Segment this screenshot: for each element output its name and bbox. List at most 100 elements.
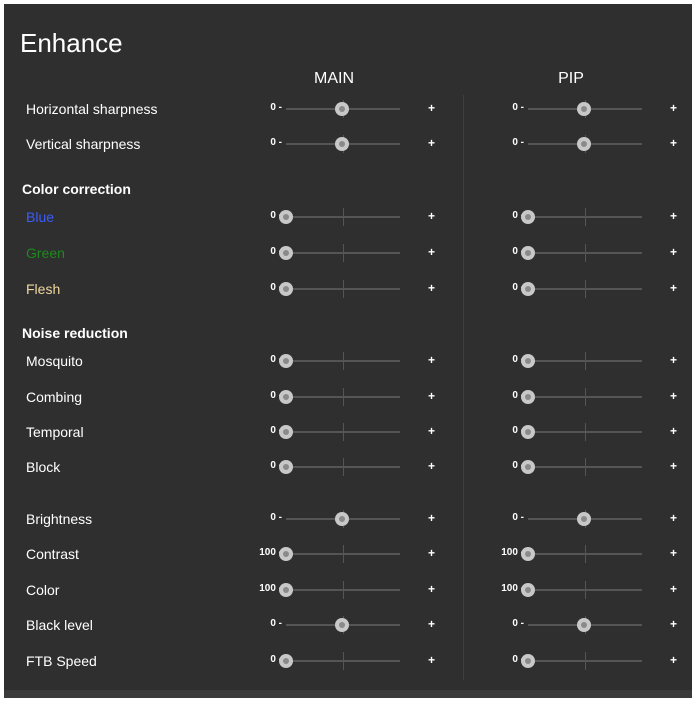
slider-handle[interactable]: [279, 246, 293, 260]
slider-min-label: 100 -: [501, 547, 524, 558]
main-slider-blue[interactable]: 0 - +: [246, 207, 440, 227]
slider-min-label: 0 -: [270, 512, 282, 523]
slider-handle[interactable]: [577, 102, 591, 116]
label-block: Block: [26, 459, 61, 475]
slider-handle[interactable]: [521, 460, 535, 474]
slider-max-label: +: [670, 582, 678, 596]
main-slider-vertical-sharpness[interactable]: 0 - +: [246, 134, 440, 154]
main-slider-combing[interactable]: 0 - +: [246, 387, 440, 407]
main-slider-contrast[interactable]: 100 - +: [246, 544, 440, 564]
slider-min-label: 0 -: [512, 102, 524, 113]
slider-max-label: +: [670, 245, 678, 259]
pip-slider-green[interactable]: 0 - +: [488, 243, 682, 263]
slider-min-label: 0 -: [270, 102, 282, 113]
slider-handle[interactable]: [279, 425, 293, 439]
pip-slider-mosquito[interactable]: 0 - +: [488, 351, 682, 371]
main-slider-mosquito[interactable]: 0 - +: [246, 351, 440, 371]
slider-center-tick: [585, 581, 586, 599]
slider-handle[interactable]: [521, 425, 535, 439]
slider-max-label: +: [428, 389, 436, 403]
slider-center-tick: [343, 244, 344, 262]
slider-handle[interactable]: [521, 210, 535, 224]
slider-handle[interactable]: [521, 390, 535, 404]
pip-slider-ftb-speed[interactable]: 0 - +: [488, 651, 682, 671]
column-divider: [463, 95, 464, 680]
label-temporal: Temporal: [26, 424, 84, 440]
slider-max-label: +: [670, 353, 678, 367]
slider-handle[interactable]: [521, 654, 535, 668]
pip-slider-black-level[interactable]: 0 - +: [488, 615, 682, 635]
slider-max-label: +: [670, 281, 678, 295]
pip-slider-vertical-sharpness[interactable]: 0 - +: [488, 134, 682, 154]
label-horizontal-sharpness: Horizontal sharpness: [26, 101, 158, 117]
main-slider-black-level[interactable]: 0 - +: [246, 615, 440, 635]
slider-handle[interactable]: [521, 246, 535, 260]
label-contrast: Contrast: [26, 546, 79, 562]
slider-handle[interactable]: [521, 354, 535, 368]
main-slider-horizontal-sharpness[interactable]: 0 - +: [246, 99, 440, 119]
slider-handle[interactable]: [335, 102, 349, 116]
label-color: Color: [26, 582, 60, 598]
pip-slider-blue[interactable]: 0 - +: [488, 207, 682, 227]
slider-min-label: 0 -: [270, 210, 282, 221]
slider-handle[interactable]: [279, 654, 293, 668]
slider-handle[interactable]: [279, 210, 293, 224]
slider-max-label: +: [670, 511, 678, 525]
slider-handle[interactable]: [279, 583, 293, 597]
slider-handle[interactable]: [279, 390, 293, 404]
slider-min-label: 0 -: [512, 246, 524, 257]
slider-max-label: +: [428, 136, 436, 150]
main-slider-ftb-speed[interactable]: 0 - +: [246, 651, 440, 671]
pip-slider-horizontal-sharpness[interactable]: 0 - +: [488, 99, 682, 119]
slider-max-label: +: [670, 389, 678, 403]
main-slider-brightness[interactable]: 0 - +: [246, 509, 440, 529]
page-title: Enhance: [20, 28, 123, 58]
slider-min-label: 0 -: [270, 246, 282, 257]
slider-handle[interactable]: [335, 512, 349, 526]
slider-min-label: 0 -: [270, 460, 282, 471]
slider-center-tick: [343, 388, 344, 406]
pip-slider-contrast[interactable]: 100 - +: [488, 544, 682, 564]
slider-handle[interactable]: [577, 512, 591, 526]
slider-handle[interactable]: [335, 137, 349, 151]
slider-center-tick: [343, 581, 344, 599]
main-slider-green[interactable]: 0 - +: [246, 243, 440, 263]
slider-max-label: +: [428, 617, 436, 631]
slider-handle[interactable]: [521, 547, 535, 561]
slider-max-label: +: [670, 617, 678, 631]
slider-handle[interactable]: [521, 583, 535, 597]
panel-footer-bar: [4, 690, 692, 698]
label-green: Green: [26, 245, 65, 261]
label-flesh: Flesh: [26, 281, 61, 297]
main-slider-block[interactable]: 0 - +: [246, 457, 440, 477]
slider-max-label: +: [670, 136, 678, 150]
slider-center-tick: [585, 545, 586, 563]
slider-max-label: +: [428, 281, 436, 295]
main-slider-color[interactable]: 100 - +: [246, 580, 440, 600]
slider-handle[interactable]: [279, 282, 293, 296]
pip-slider-combing[interactable]: 0 - +: [488, 387, 682, 407]
slider-center-tick: [343, 652, 344, 670]
slider-min-label: 100 -: [501, 583, 524, 594]
slider-center-tick: [585, 208, 586, 226]
slider-handle[interactable]: [577, 618, 591, 632]
label-brightness: Brightness: [26, 511, 93, 527]
slider-handle[interactable]: [279, 460, 293, 474]
column-header-pip: PIP: [558, 70, 584, 87]
pip-slider-block[interactable]: 0 - +: [488, 457, 682, 477]
slider-handle[interactable]: [279, 354, 293, 368]
pip-slider-flesh[interactable]: 0 - +: [488, 279, 682, 299]
slider-center-tick: [585, 458, 586, 476]
label-mosquito: Mosquito: [26, 353, 83, 369]
pip-slider-temporal[interactable]: 0 - +: [488, 422, 682, 442]
slider-handle[interactable]: [521, 282, 535, 296]
pip-slider-color[interactable]: 100 - +: [488, 580, 682, 600]
main-slider-temporal[interactable]: 0 - +: [246, 422, 440, 442]
pip-slider-brightness[interactable]: 0 - +: [488, 509, 682, 529]
slider-handle[interactable]: [335, 618, 349, 632]
slider-handle[interactable]: [279, 547, 293, 561]
slider-center-tick: [343, 458, 344, 476]
slider-handle[interactable]: [577, 137, 591, 151]
main-slider-flesh[interactable]: 0 - +: [246, 279, 440, 299]
slider-min-label: 0 -: [512, 137, 524, 148]
